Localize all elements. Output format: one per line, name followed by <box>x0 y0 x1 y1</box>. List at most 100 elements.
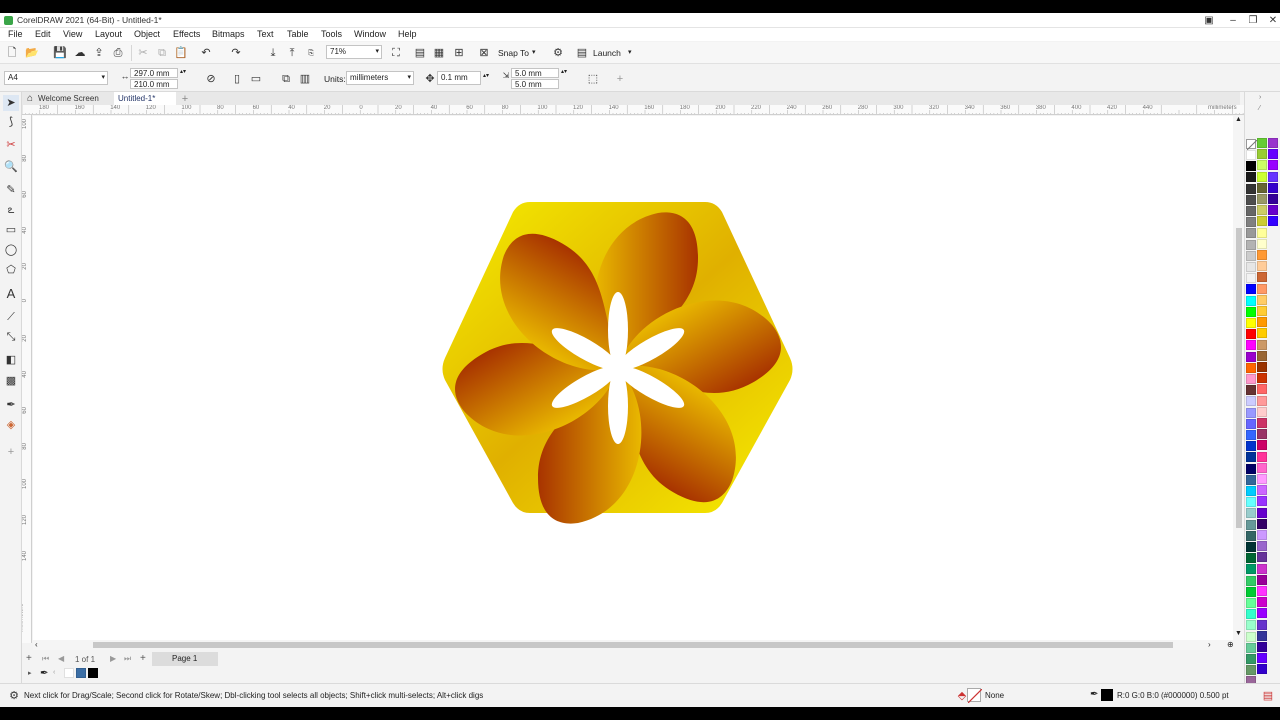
palette-swatch[interactable] <box>1246 620 1256 631</box>
palette-swatch[interactable] <box>1257 306 1267 316</box>
palette-scroll-left-icon[interactable]: ‹ <box>53 669 55 676</box>
hexagon-logo[interactable] <box>442 202 793 524</box>
swatch-none[interactable] <box>64 668 74 678</box>
vertical-ruler[interactable]: 100 80 60 40 20 0 20 40 60 80 100 120 140 millimeter… <box>22 115 32 643</box>
freehand-tool-icon[interactable]: ✎ <box>3 182 19 198</box>
status-gear-icon[interactable]: ⚙ <box>6 688 22 704</box>
maximize-icon[interactable]: ❐ <box>1246 14 1260 26</box>
rectangle-tool-icon[interactable]: ▭ <box>3 222 19 238</box>
interactive-fill-icon[interactable]: ◈ <box>3 417 19 433</box>
palette-swatch[interactable] <box>1268 194 1278 204</box>
palette-eyedropper-icon[interactable]: ⁄ <box>1259 105 1260 112</box>
palette-swatch[interactable] <box>1246 183 1256 194</box>
palette-swatch[interactable] <box>1246 306 1256 317</box>
next-page-icon[interactable]: ▶ <box>110 654 116 663</box>
palette-swatch[interactable] <box>1246 161 1256 172</box>
ellipse-tool-icon[interactable]: ◯ <box>3 242 19 258</box>
menu-view[interactable]: View <box>63 29 82 39</box>
palette-swatch[interactable] <box>1246 150 1256 160</box>
palette-swatch[interactable] <box>1257 530 1267 540</box>
copy-icon[interactable]: ⧉ <box>154 45 170 61</box>
redo-icon[interactable]: ↷ <box>228 45 244 61</box>
zoom-navigator-icon[interactable]: ⊕ <box>1227 640 1234 649</box>
launch-icon[interactable]: ▤ <box>574 45 590 61</box>
menu-window[interactable]: Window <box>354 29 386 39</box>
palette-swatch[interactable] <box>1257 171 1267 182</box>
palette-swatch[interactable] <box>1257 350 1267 361</box>
menu-edit[interactable]: Edit <box>35 29 51 39</box>
palette-swatch[interactable] <box>1257 205 1267 216</box>
palette-swatch[interactable] <box>1257 474 1267 484</box>
crop-tool-icon[interactable]: ✂ <box>3 137 19 153</box>
palette-swatch[interactable] <box>1246 228 1256 239</box>
palette-swatch[interactable] <box>1257 653 1267 664</box>
palette-swatch[interactable] <box>1257 328 1267 339</box>
palette-swatch[interactable] <box>1257 451 1267 462</box>
palette-swatch[interactable] <box>1246 654 1256 664</box>
palette-swatch[interactable] <box>1246 374 1256 384</box>
menu-object[interactable]: Object <box>134 29 160 39</box>
rulers-icon[interactable]: ▤ <box>412 45 428 61</box>
palette-swatch[interactable] <box>1268 216 1278 227</box>
print-icon[interactable]: ⎙ <box>110 45 126 61</box>
add-tool-icon[interactable]: + <box>3 444 19 460</box>
current-page-icon[interactable]: ⧉ <box>278 71 294 87</box>
palette-swatch[interactable] <box>1246 206 1256 216</box>
palette-swatch[interactable] <box>1246 441 1256 452</box>
palette-swatch[interactable] <box>1246 295 1256 306</box>
palette-swatch[interactable] <box>1246 318 1256 328</box>
page-size-select[interactable]: A4 ▾ <box>4 71 108 85</box>
grid-icon[interactable]: ▦ <box>431 45 447 61</box>
connector-tool-icon[interactable]: ⤡ <box>3 329 19 345</box>
palette-swatch[interactable] <box>1257 138 1267 148</box>
palette-swatch[interactable] <box>1246 194 1256 205</box>
status-monitor-icon[interactable]: ▤ <box>1260 688 1276 704</box>
publish-pdf-icon[interactable]: ⎘ <box>303 45 319 61</box>
minimize-icon[interactable]: – <box>1226 14 1240 26</box>
pick-tool-icon[interactable]: ➤ <box>3 95 19 111</box>
menu-file[interactable]: File <box>8 29 23 39</box>
palette-swatch[interactable] <box>1257 418 1267 428</box>
palette-swatch[interactable] <box>1246 329 1256 340</box>
horizontal-ruler[interactable]: 180 160 140 120 100 80 60 40 20 0 20 40 60 80 100 120 14… <box>22 105 1244 115</box>
restore-icon[interactable]: ▣ <box>1202 14 1216 26</box>
last-page-icon[interactable]: ⏭ <box>124 654 131 664</box>
palette-swatch[interactable] <box>1246 508 1256 519</box>
palette-swatch[interactable] <box>1257 485 1267 496</box>
palette-swatch[interactable] <box>1257 619 1267 630</box>
palette-swatch[interactable] <box>1257 496 1267 507</box>
palette-swatch[interactable] <box>1246 340 1256 351</box>
palette-swatch[interactable] <box>1257 440 1267 451</box>
palette-swatch[interactable] <box>1246 609 1256 620</box>
palette-swatch[interactable] <box>1257 373 1267 384</box>
launch-button[interactable]: Launch <box>593 48 621 58</box>
palette-swatch[interactable] <box>1246 262 1256 272</box>
page-height-field[interactable]: 210.0 mm <box>130 79 178 89</box>
palette-swatch[interactable] <box>1246 598 1256 608</box>
previous-page-icon[interactable]: ◀ <box>58 654 64 663</box>
menu-help[interactable]: Help <box>398 29 417 39</box>
menu-effects[interactable]: Effects <box>173 29 200 39</box>
scroll-up-icon[interactable]: ▲ <box>1235 116 1242 123</box>
new-document-icon[interactable]: 🗋 <box>4 45 20 61</box>
palette-swatch[interactable] <box>1257 462 1267 473</box>
cloud-icon[interactable]: ☁ <box>72 45 88 61</box>
palette-swatch[interactable] <box>1257 261 1267 272</box>
zoom-level-field[interactable]: 71% ▾ <box>326 45 382 59</box>
palette-swatch[interactable] <box>1257 406 1267 417</box>
palette-swatch[interactable] <box>1246 542 1256 552</box>
menu-table[interactable]: Table <box>287 29 309 39</box>
palette-eyedropper-icon[interactable]: ✒ <box>40 668 48 679</box>
palette-swatch[interactable] <box>1246 172 1256 183</box>
snap-to-dropdown[interactable]: Snap To <box>498 48 529 58</box>
transparency-icon[interactable]: ▩ <box>3 373 19 389</box>
outline-pen-icon[interactable]: ✒ <box>1090 689 1098 700</box>
palette-swatch[interactable] <box>1257 664 1267 675</box>
scroll-down-icon[interactable]: ▼ <box>1235 630 1242 637</box>
snap-icon[interactable]: ⊠ <box>476 45 492 61</box>
import-icon[interactable]: ⤓ <box>265 45 281 61</box>
cloud-upload-icon[interactable]: ⇪ <box>91 45 107 61</box>
palette-swatch[interactable] <box>1246 385 1256 396</box>
palette-swatch[interactable] <box>1257 630 1267 641</box>
add-page-before-icon[interactable]: + <box>26 653 32 664</box>
